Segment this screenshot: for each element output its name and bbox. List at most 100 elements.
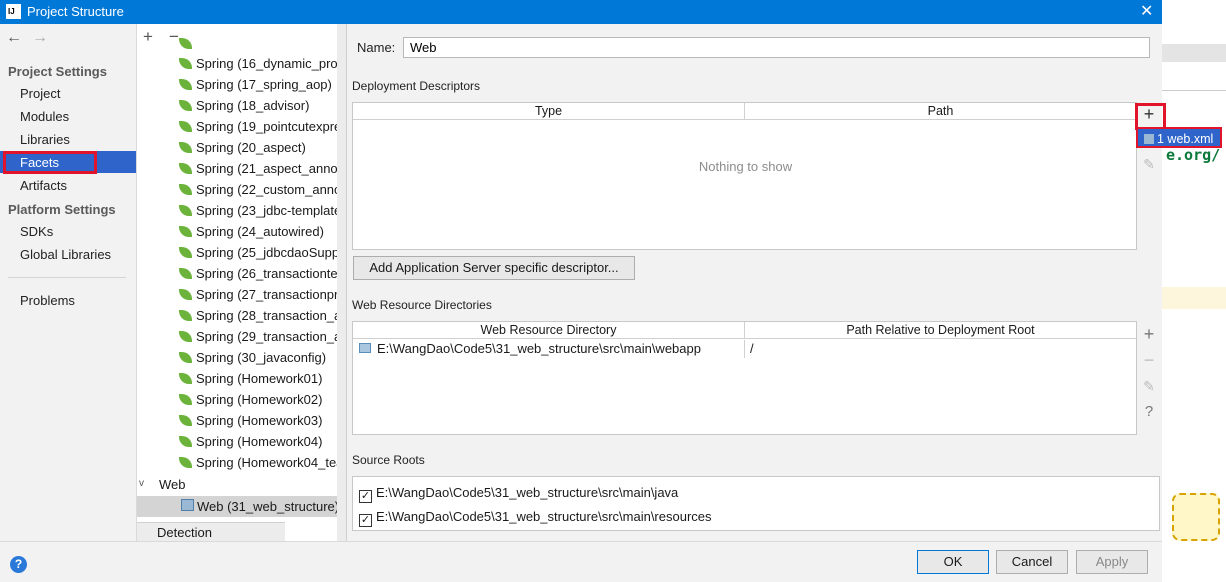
tree-group-web[interactable]: Web [159, 477, 186, 492]
edit-descriptor-icon[interactable]: ✎ [1140, 156, 1158, 173]
source-root-resources[interactable]: ✓ E:\WangDao\Code5\31_web_structure\src\m… [359, 509, 712, 527]
tree-item-label: Spring (29_transaction_an [196, 329, 347, 344]
ok-button[interactable]: OK [917, 550, 989, 574]
spring-leaf-icon [179, 100, 192, 111]
nav-item-sdks[interactable]: SDKs [20, 224, 53, 239]
spring-leaf-icon [179, 310, 192, 321]
name-input[interactable] [403, 37, 1150, 58]
checkbox[interactable]: ✓ [359, 490, 372, 503]
tree-item-spring[interactable]: Spring (Homework02) [179, 392, 322, 413]
tree-item-spring[interactable]: Spring (17_spring_aop) [179, 77, 332, 98]
wr-col-directory[interactable]: Web Resource Directory [353, 322, 745, 339]
tree-item-label: Spring (20_aspect) [196, 140, 306, 155]
add-server-descriptor-button[interactable]: Add Application Server specific descript… [353, 256, 635, 280]
tree-item-spring[interactable]: Spring (Homework03) [179, 413, 322, 434]
deployment-descriptors-table: Type Path Nothing to show [352, 102, 1137, 250]
tree-item-label: Spring (Homework02) [196, 392, 323, 407]
deployment-descriptors-heading: Deployment Descriptors [352, 79, 481, 93]
intellij-logo-icon: IJ [6, 4, 21, 19]
spring-leaf-icon [179, 394, 192, 405]
spring-leaf-icon [179, 79, 192, 90]
spring-leaf-icon [179, 373, 192, 384]
tree-item-spring[interactable]: Spring (20_aspect) [179, 140, 306, 161]
tree-item-spring[interactable]: Spring (22_custom_annota [179, 182, 347, 203]
tree-item-spring[interactable]: Spring (Homework01) [179, 371, 322, 392]
tree-item-spring[interactable]: Spring (19_pointcutexpres [179, 119, 347, 140]
tree-item-spring[interactable]: Spring (27_transactionpro [179, 287, 346, 308]
source-roots-list: ✓ E:\WangDao\Code5\31_web_structure\src\m… [352, 476, 1160, 531]
nav-item-artifacts[interactable]: Artifacts [20, 178, 67, 193]
chevron-down-icon[interactable]: v [139, 478, 144, 489]
tree-item-spring[interactable]: Spring (21_aspect_annota [179, 161, 347, 182]
title-bar: IJ Project Structure ✕ [0, 0, 1162, 24]
forward-arrow-icon[interactable]: → [32, 29, 48, 47]
tree-item-label: Spring (21_aspect_annota [196, 161, 347, 176]
cancel-button[interactable]: Cancel [996, 550, 1068, 574]
apply-button[interactable]: Apply [1076, 550, 1148, 574]
wr-col-path[interactable]: Path Relative to Deployment Root [745, 322, 1136, 339]
add-facet-icon[interactable]: + [143, 27, 153, 47]
tree-item-web[interactable]: Web (31_web_structure) [197, 499, 339, 514]
folder-icon [359, 343, 371, 353]
source-roots-heading: Source Roots [352, 453, 425, 467]
back-arrow-icon[interactable]: ← [6, 29, 22, 47]
tree-item-label: Spring (19_pointcutexpres [196, 119, 347, 134]
tree-item-spring[interactable]: Spring (Homework04_tea [179, 455, 343, 476]
tree-item-spring[interactable]: Spring (16_dynamic_proxy [179, 56, 347, 77]
source-root-label: E:\WangDao\Code5\31_web_structure\src\ma… [376, 509, 712, 524]
popup-item-web-xml[interactable]: 1 web.xml [1157, 132, 1213, 146]
remove-facet-icon[interactable]: − [169, 27, 179, 47]
source-root-java[interactable]: ✓ E:\WangDao\Code5\31_web_structure\src\m… [359, 485, 678, 503]
tree-item-spring[interactable]: Spring (23_jdbc-template) [179, 203, 346, 224]
help-icon[interactable]: ? [1140, 403, 1158, 420]
spring-leaf-icon [179, 58, 192, 69]
nav-item-project[interactable]: Project [20, 86, 60, 101]
tree-item-label: Spring (25_jdbcdaoSuppo [196, 245, 347, 260]
close-icon[interactable]: ✕ [1140, 1, 1153, 21]
tree-item-label: Spring (26_transactiontem [196, 266, 347, 281]
nav-item-problems[interactable]: Problems [20, 293, 75, 308]
tree-item-label: Spring (27_transactionpro [196, 287, 346, 302]
spring-leaf-icon [179, 205, 192, 216]
tree-item-label: Spring (Homework04_tea [196, 455, 344, 470]
tree-item-spring[interactable]: Spring (30_javaconfig) [179, 350, 326, 371]
platform-settings-heading: Platform Settings [8, 202, 116, 217]
web-resource-table: Web Resource Directory Path Relative to … [352, 321, 1137, 435]
spring-leaf-icon [179, 163, 192, 174]
spring-leaf-icon [179, 352, 192, 363]
spring-leaf-icon [179, 436, 192, 447]
checkbox[interactable]: ✓ [359, 514, 372, 527]
descriptor-popup[interactable]: 1 web.xml [1136, 127, 1222, 148]
tree-scrollbar[interactable] [337, 24, 346, 541]
tree-item-spring[interactable]: Spring (Homework04) [179, 434, 322, 455]
wr-directory-cell: E:\WangDao\Code5\31_web_structure\src\ma… [377, 341, 701, 356]
spring-leaf-icon [179, 268, 192, 279]
tree-item-spring[interactable]: Spring (18_advisor) [179, 98, 309, 119]
edit-resource-icon[interactable]: ✎ [1140, 378, 1158, 395]
add-resource-icon[interactable]: + [1140, 324, 1158, 345]
nav-item-libraries[interactable]: Libraries [20, 132, 70, 147]
spring-leaf-icon [179, 247, 192, 258]
spring-leaf-icon [179, 226, 192, 237]
spring-leaf-icon [179, 331, 192, 342]
dd-empty-text: Nothing to show [698, 159, 793, 174]
dd-col-path[interactable]: Path [745, 103, 1136, 120]
tree-item-label: Spring (22_custom_annota [196, 182, 347, 197]
tree-item-spring[interactable]: Spring (25_jdbcdaoSuppo [179, 245, 346, 266]
help-circle-icon[interactable]: ? [10, 556, 27, 573]
tree-item-spring[interactable]: Spring (24_autowired) [179, 224, 324, 245]
tree-item-spring[interactable]: Spring (26_transactiontem [179, 266, 347, 287]
tree-item-label: Spring (30_javaconfig) [196, 350, 327, 365]
nav-item-modules[interactable]: Modules [20, 109, 69, 124]
tree-item-spring[interactable]: Spring (29_transaction_an [179, 329, 347, 350]
nav-item-global-libraries[interactable]: Global Libraries [20, 247, 111, 262]
dd-col-type[interactable]: Type [353, 103, 745, 120]
detection-label: Detection [157, 525, 212, 540]
tree-item-spring[interactable]: Spring (28_transaction_ad [179, 308, 346, 329]
remove-resource-icon[interactable]: − [1140, 350, 1158, 371]
table-row[interactable]: E:\WangDao\Code5\31_web_structure\src\ma… [353, 340, 1136, 358]
highlight-box-add [1135, 103, 1166, 130]
tree-item-label: Spring (16_dynamic_proxy [196, 56, 347, 71]
translate-widget-icon[interactable] [1172, 493, 1220, 541]
detection-tab[interactable]: Detection [137, 522, 285, 541]
